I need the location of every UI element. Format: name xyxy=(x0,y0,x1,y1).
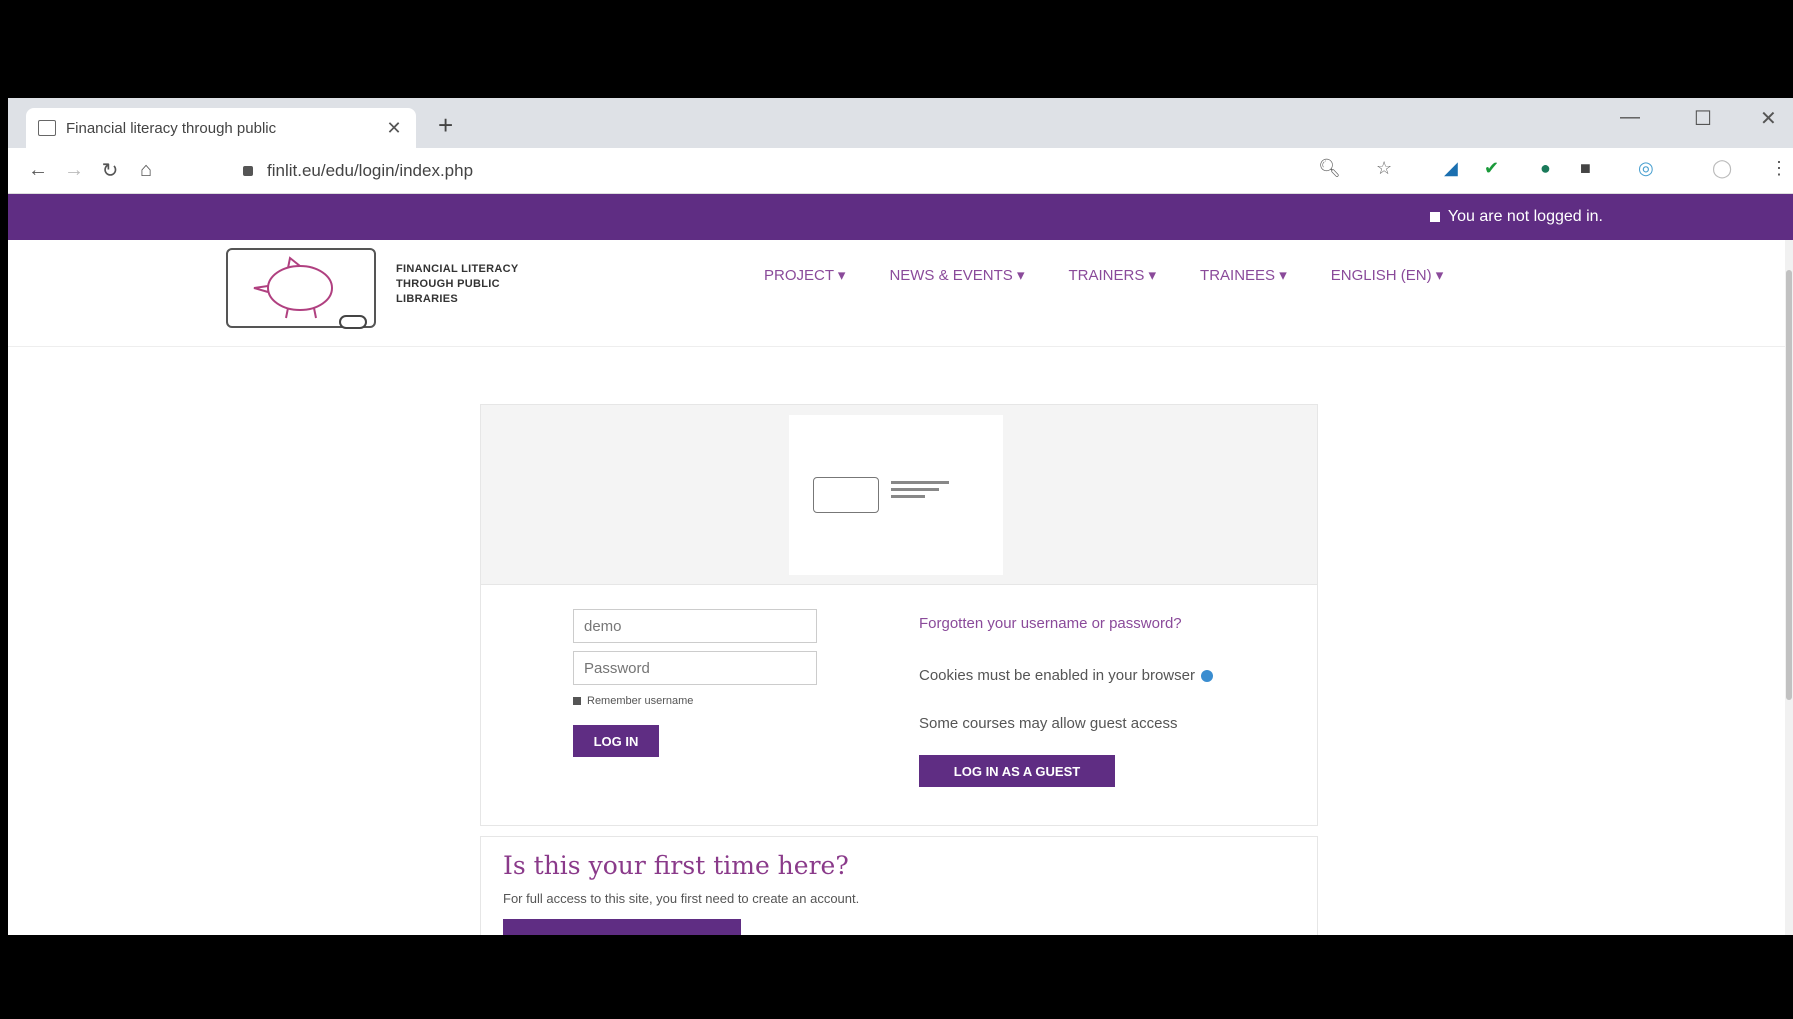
extension-1-icon[interactable]: ◢ xyxy=(1444,158,1458,179)
tab-close-icon[interactable]: ✕ xyxy=(384,118,404,139)
extension-2-icon[interactable]: ● xyxy=(1540,158,1551,179)
menu-kebab-icon[interactable]: ⋮ xyxy=(1770,158,1788,179)
scrollbar-thumb[interactable] xyxy=(1786,270,1792,700)
menu-item-trainers[interactable]: TRAINERS ▾ xyxy=(1069,266,1157,284)
login-logo xyxy=(789,415,1003,575)
bookmark-star-icon[interactable]: ☆ xyxy=(1376,158,1392,179)
letterbox-bottom xyxy=(0,935,1793,1019)
home-icon[interactable]: ⌂ xyxy=(128,159,164,182)
menu-item-news-events[interactable]: NEWS & EVENTS ▾ xyxy=(889,266,1024,284)
browser-window: Financial literacy through public ✕ + — … xyxy=(8,98,1793,935)
password-input[interactable] xyxy=(573,651,817,685)
site-logo[interactable] xyxy=(226,248,376,329)
tab-strip: Financial literacy through public ✕ + — … xyxy=(8,98,1793,148)
tab-title: Financial literacy through public xyxy=(66,119,277,137)
address-bar[interactable]: finlit.eu/edu/login/index.php xyxy=(243,154,473,188)
remember-username[interactable]: Remember username xyxy=(573,695,693,707)
user-icon xyxy=(1429,212,1440,222)
page-scrollbar[interactable] xyxy=(1785,240,1793,935)
guest-login-button[interactable]: LOG IN AS A GUEST xyxy=(919,755,1115,787)
site-header: FINANCIAL LITERACY THROUGH PUBLIC LIBRAR… xyxy=(8,240,1793,347)
forgot-password-link[interactable]: Forgotten your username or password? xyxy=(919,613,1219,635)
url-text: finlit.eu/edu/login/index.php xyxy=(267,161,474,180)
menu-item-project[interactable]: PROJECT ▾ xyxy=(764,266,845,284)
mini-logo-text xyxy=(891,481,951,502)
favicon-icon xyxy=(38,120,56,136)
cookies-text: Cookies must be enabled in your browser xyxy=(919,667,1195,684)
login-card: Remember username LOG IN Forgotten your … xyxy=(480,404,1318,826)
zoom-icon[interactable]: 🔍︎ xyxy=(1318,158,1341,179)
reload-icon[interactable]: ↻ xyxy=(92,158,128,183)
signup-text: For full access to this site, you first … xyxy=(503,891,860,906)
profile-icon[interactable]: ◯ xyxy=(1712,158,1732,179)
login-button[interactable]: LOG IN xyxy=(573,725,659,757)
extension-4-icon[interactable]: ◎ xyxy=(1638,158,1654,179)
extension-3-icon[interactable]: ■ xyxy=(1580,158,1591,179)
lock-icon xyxy=(243,166,253,176)
login-card-header xyxy=(481,405,1317,585)
remember-label: Remember username xyxy=(587,695,694,707)
mini-logo-icon xyxy=(813,477,879,513)
login-status: You are not logged in. xyxy=(1429,208,1603,226)
username-input[interactable] xyxy=(573,609,817,643)
signup-card: Is this your first time here? For full a… xyxy=(480,836,1318,935)
window-close-button[interactable]: ✕ xyxy=(1760,106,1777,131)
piggy-bank-icon xyxy=(253,256,367,329)
site-topbar: You are not logged in. xyxy=(8,194,1793,240)
logo-text: FINANCIAL LITERACY THROUGH PUBLIC LIBRAR… xyxy=(396,262,519,307)
menu-item-trainees[interactable]: TRAINEES ▾ xyxy=(1200,266,1287,284)
guest-access-text: Some courses may allow guest access xyxy=(919,715,1178,732)
checkmark-extension-icon[interactable]: ✔ xyxy=(1484,158,1499,179)
menu-item-language[interactable]: ENGLISH (EN) ▾ xyxy=(1331,266,1444,284)
logo-line: FINANCIAL LITERACY xyxy=(396,263,519,275)
login-status-text: You are not logged in. xyxy=(1447,208,1603,225)
new-tab-button[interactable]: + xyxy=(438,110,453,141)
browser-tab[interactable]: Financial literacy through public ✕ xyxy=(26,108,416,148)
letterbox-top xyxy=(0,0,1793,98)
signup-title: Is this your first time here? xyxy=(503,851,849,880)
main-menu: PROJECT ▾ NEWS & EVENTS ▾ TRAINERS ▾ TRA… xyxy=(764,266,1487,284)
browser-toolbar: ← → ↻ ⌂ finlit.eu/edu/login/index.php 🔍︎… xyxy=(8,148,1793,194)
forward-icon[interactable]: → xyxy=(56,159,92,182)
logo-line: LIBRARIES xyxy=(396,293,458,305)
minimize-button[interactable]: — xyxy=(1620,106,1640,129)
info-icon[interactable] xyxy=(1200,670,1213,683)
create-account-button[interactable] xyxy=(503,919,741,935)
back-icon[interactable]: ← xyxy=(20,159,56,182)
cookies-notice: Cookies must be enabled in your browser xyxy=(919,665,1219,687)
maximize-button[interactable]: ☐ xyxy=(1694,106,1712,131)
logo-line: THROUGH PUBLIC xyxy=(396,278,500,290)
remember-checkbox[interactable] xyxy=(573,697,581,705)
